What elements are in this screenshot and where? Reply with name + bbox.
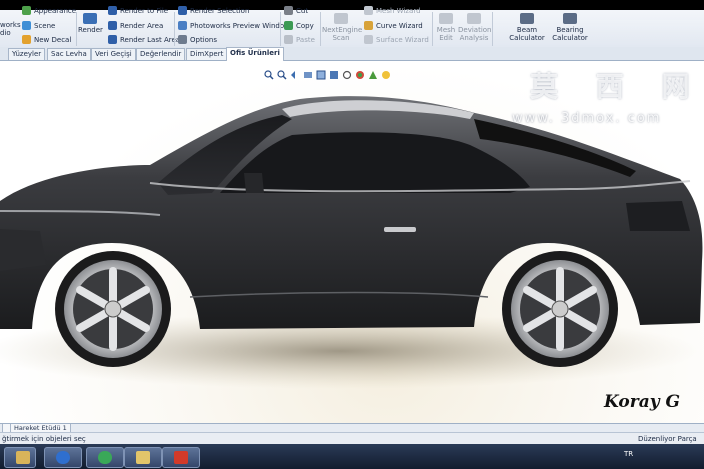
beam-calculator-button[interactable]: Beam Calculator [506, 13, 548, 42]
ribbon-separator [492, 12, 493, 46]
render-area-icon [108, 21, 117, 30]
language-indicator[interactable]: TR [624, 450, 633, 458]
designer-signature: Koray G [604, 392, 681, 412]
side-mirror [244, 173, 264, 193]
cut-icon [284, 6, 293, 15]
folder-icon [136, 451, 150, 464]
render-last-area-icon [108, 35, 117, 44]
mesh-wizard-button[interactable]: Mesh Wizard [364, 6, 421, 15]
render-to-file-button[interactable]: Render to File [108, 6, 168, 15]
mesh-edit-icon [439, 13, 453, 24]
scan-icon [334, 13, 348, 24]
render-file-icon [108, 6, 117, 15]
render-button[interactable]: Render [78, 13, 103, 34]
bearing-calculator-button[interactable]: Bearing Calculator [550, 13, 590, 42]
taskbar-app-browser[interactable] [86, 447, 124, 468]
tab-degerlendir[interactable]: Değerlendir [136, 48, 186, 60]
scene-button[interactable]: Scene [22, 21, 55, 30]
ribbon-separator [174, 12, 175, 46]
ribbon-separator [280, 12, 281, 46]
ribbon-separator [320, 12, 321, 46]
ribbon-separator [432, 12, 433, 46]
render-area-button[interactable]: Render Area [108, 21, 163, 30]
surface-wizard-icon [364, 35, 373, 44]
curve-wizard-button[interactable]: Curve Wizard [364, 21, 423, 30]
taskbar-app-explorer[interactable] [4, 447, 36, 468]
copy-icon [284, 21, 293, 30]
folder-icon [16, 451, 30, 464]
deviation-icon [467, 13, 481, 24]
copy-button[interactable]: Copy [284, 21, 314, 30]
mesh-wizard-icon [364, 6, 373, 15]
options-button[interactable]: Options [178, 35, 217, 44]
nextengine-scan-button[interactable]: NextEngine Scan [322, 13, 362, 42]
beam-calculator-icon [520, 13, 534, 24]
door-handle [384, 227, 416, 232]
options-icon [178, 35, 187, 44]
render-selection-button[interactable]: Render Selection [178, 6, 249, 15]
tab-sac-levha[interactable]: Sac Levha [47, 48, 91, 60]
graphics-viewport[interactable]: 莫 西 网 www. 3dmox. com Koray G [0, 61, 704, 423]
surface-wizard-button[interactable]: Surface Wizard [364, 35, 429, 44]
decal-icon [22, 35, 31, 44]
cut-off-command-label[interactable]: works dio [0, 21, 21, 37]
photoworks-preview-window-button[interactable]: Photoworks Preview Window [178, 21, 290, 30]
front-light [0, 229, 46, 271]
title-strip [0, 0, 704, 10]
solidworks-window: works dio Appearance Scene New Decal Ren… [0, 0, 704, 469]
tab-dimxpert[interactable]: DimXpert [186, 48, 228, 60]
command-ribbon: works dio Appearance Scene New Decal Ren… [0, 0, 704, 48]
render-icon [83, 13, 97, 24]
appearance-icon [22, 6, 31, 15]
watermark-url: www. 3dmox. com [512, 111, 662, 126]
paste-icon [284, 35, 293, 44]
command-manager-tabs: Yüzeyler Sac Levha Veri Geçişi Değerlend… [0, 47, 704, 61]
curve-wizard-icon [364, 21, 373, 30]
tail-light [626, 201, 690, 231]
preview-window-icon [178, 21, 187, 30]
media-player-icon [56, 451, 70, 464]
bearing-calculator-icon [563, 13, 577, 24]
taskbar-app-solidworks[interactable] [162, 447, 200, 468]
taskbar-app-media[interactable] [44, 447, 82, 468]
rear-wheel [502, 251, 618, 367]
deviation-analysis-button[interactable]: Deviation Analysis [458, 13, 491, 42]
appearance-button[interactable]: Appearance [22, 6, 76, 15]
tab-veri-gecisi[interactable]: Veri Geçişi [91, 48, 136, 60]
mesh-edit-button[interactable]: Mesh Edit [434, 13, 458, 42]
solidworks-icon [174, 451, 188, 464]
tab-yuzeyler[interactable]: Yüzeyler [8, 48, 46, 60]
paste-button[interactable]: Paste [284, 35, 315, 44]
front-wheel [55, 251, 171, 367]
browser-icon [98, 451, 112, 464]
cut-button[interactable]: Cut [284, 6, 308, 15]
ribbon-separator [76, 12, 77, 46]
render-last-area-button[interactable]: Render Last Area [108, 35, 180, 44]
new-decal-button[interactable]: New Decal [22, 35, 71, 44]
tab-ofis-urunleri[interactable]: Ofis Ürünleri [226, 47, 284, 61]
taskbar-app-folder[interactable] [124, 447, 162, 468]
render-selection-icon [178, 6, 187, 15]
scene-icon [22, 21, 31, 30]
windows-taskbar: TR [0, 444, 704, 469]
watermark-text: 莫 西 网 [530, 70, 704, 103]
